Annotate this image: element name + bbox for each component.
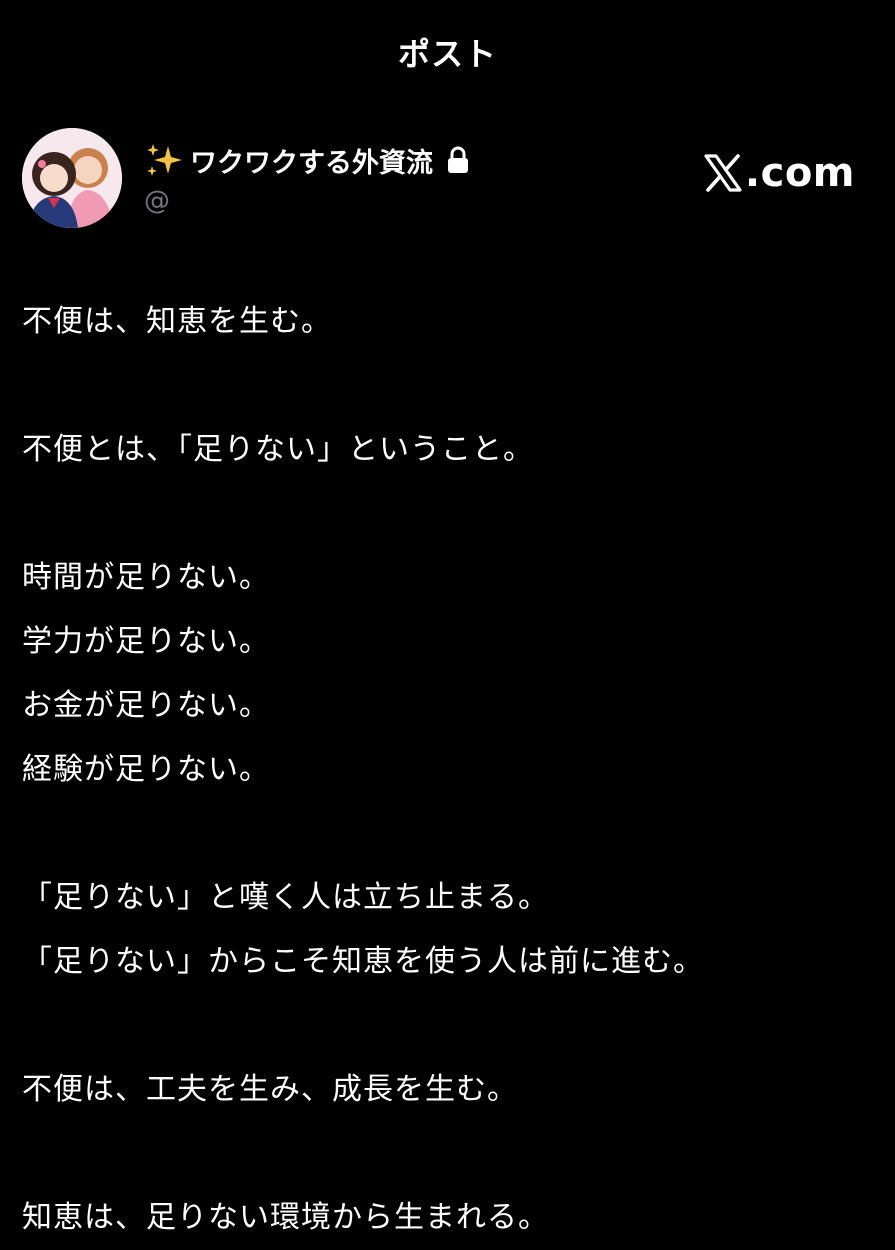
text-line: 「足りない」と嘆く人は立ち止まる。 bbox=[22, 880, 549, 915]
text-line: 経験が足りない。 bbox=[22, 752, 270, 787]
site-watermark: .com bbox=[703, 150, 855, 196]
display-name: ワクワクする外資流 bbox=[190, 147, 433, 179]
text-line: 時間が足りない。 bbox=[22, 560, 270, 595]
author-block: ワクワクする外資流 @ .com bbox=[22, 128, 873, 232]
text-line: 学力が足りない。 bbox=[22, 624, 270, 659]
post-header: ポスト bbox=[0, 22, 895, 82]
text-line: 不便は、工夫を生み、成長を生む。 bbox=[22, 1072, 518, 1107]
text-line: 知恵は、足りない環境から生まれる。 bbox=[22, 1200, 549, 1235]
lock-icon bbox=[448, 146, 468, 173]
user-handle: @ bbox=[144, 186, 170, 216]
post-text: 不便は、知恵を生む。 不便とは、「足りない」ということ。 時間が足りない。 学力… bbox=[22, 290, 882, 1250]
text-line: 不便とは、「足りない」ということ。 bbox=[22, 432, 534, 467]
text-line: 不便は、知恵を生む。 bbox=[22, 304, 332, 339]
site-suffix: .com bbox=[744, 150, 855, 196]
avatar[interactable] bbox=[22, 128, 122, 228]
sparkles-icon bbox=[147, 144, 182, 176]
text-line: 「足りない」からこそ知恵を使う人は前に進む。 bbox=[22, 944, 704, 979]
text-line: お金が足りない。 bbox=[22, 688, 270, 723]
x-logo-icon bbox=[704, 154, 742, 192]
name-row[interactable]: ワクワクする外資流 bbox=[144, 140, 471, 180]
page-title: ポスト bbox=[397, 35, 497, 73]
